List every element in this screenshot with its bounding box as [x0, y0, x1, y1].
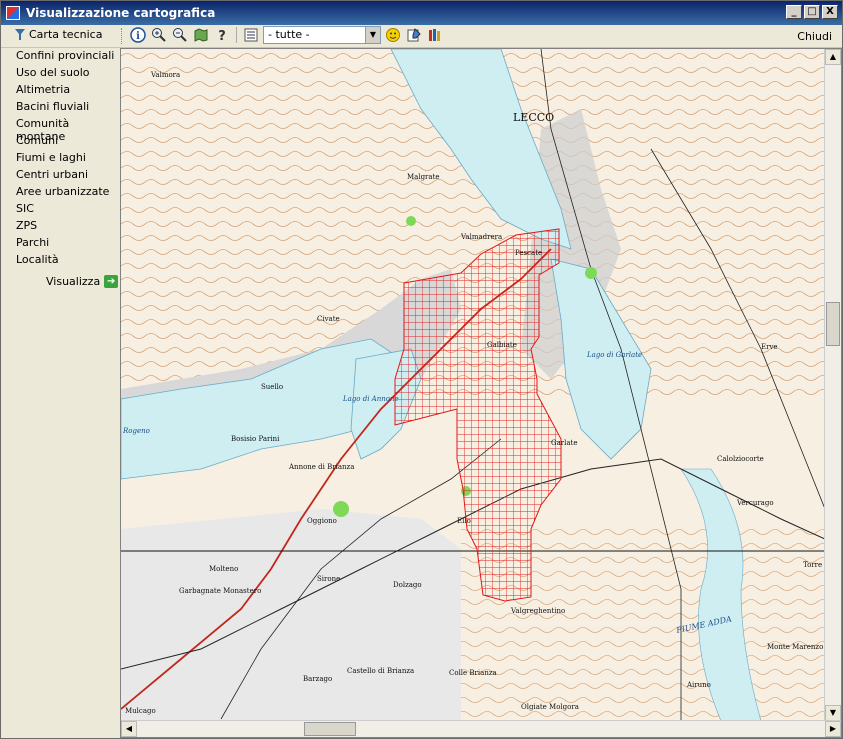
layer-confini-provinciali[interactable]: Confini provinciali — [16, 49, 114, 62]
label-garbagnate: Garbagnate Monastero — [179, 587, 261, 595]
close-button[interactable]: X — [822, 5, 838, 19]
scroll-right-icon[interactable]: ▶ — [825, 721, 841, 737]
label-garlate: Garlate — [551, 439, 577, 447]
label-mulcago: Mulcago — [125, 707, 156, 715]
label-rogeno: Rogeno — [122, 427, 150, 435]
list-icon[interactable] — [242, 26, 260, 44]
map-view[interactable]: LECCO Valmadrera Malgrate Civate Suello … — [120, 48, 842, 738]
map-icon[interactable] — [192, 26, 210, 44]
toolbar-separator — [236, 27, 237, 43]
label-valmora: Valmora — [150, 71, 180, 79]
layer-sic[interactable]: SIC — [16, 202, 34, 215]
maximize-button[interactable]: □ — [804, 5, 820, 19]
filter-dropdown[interactable]: - tutte - ▼ — [263, 26, 381, 44]
visualizza-button[interactable]: Visualizza ➔ — [46, 275, 119, 288]
label-molteno: Molteno — [209, 565, 238, 573]
green-area — [585, 267, 597, 279]
label-vercurago: Vercurago — [736, 499, 774, 507]
help-icon[interactable]: ? — [213, 26, 231, 44]
filter-dropdown-value: - tutte - — [268, 28, 310, 41]
horizontal-scroll-thumb[interactable] — [304, 722, 356, 736]
books-icon[interactable] — [426, 26, 444, 44]
label-lecco: LECCO — [513, 111, 554, 124]
vertical-scrollbar[interactable]: ▲ ▼ — [824, 49, 841, 737]
layer-uso-del-suolo[interactable]: Uso del suolo — [16, 66, 90, 79]
layer-bacini-fluviali[interactable]: Bacini fluviali — [16, 100, 89, 113]
label-olgiate: Olgiate Molgora — [521, 703, 579, 711]
toolbar: Carta tecnica i ? - tutte - ▼ Chiudi — [1, 25, 842, 48]
svg-text:i: i — [136, 31, 140, 42]
label-pescate: Pescate — [515, 249, 542, 257]
label-erve: Erve — [761, 343, 778, 351]
info-icon[interactable]: i — [129, 26, 147, 44]
green-area — [333, 501, 349, 517]
layer-centri-urbani[interactable]: Centri urbani — [16, 168, 88, 181]
zoom-in-icon[interactable] — [150, 26, 168, 44]
label-castello: Castello di Brianza — [347, 667, 414, 675]
label-valmadrera: Valmadrera — [460, 233, 502, 241]
label-suello: Suello — [261, 383, 283, 391]
label-dolzago: Dolzago — [393, 581, 422, 589]
layer-parchi[interactable]: Parchi — [16, 236, 49, 249]
title-bar: Visualizzazione cartografica _ □ X — [1, 1, 842, 25]
visualizza-label: Visualizza — [46, 275, 101, 288]
label-colle: Colle Brianza — [449, 669, 497, 677]
smiley-icon[interactable] — [384, 26, 402, 44]
horizontal-scrollbar[interactable]: ◀ ▶ — [121, 720, 841, 737]
label-lago-annone: Lago di Annone — [342, 395, 399, 403]
layer-fiumi-e-laghi[interactable]: Fiumi e laghi — [16, 151, 86, 164]
vertical-scroll-thumb[interactable] — [826, 302, 840, 346]
scroll-up-icon[interactable]: ▲ — [825, 49, 841, 65]
window-title: Visualizzazione cartografica — [26, 6, 216, 20]
app-icon — [6, 6, 20, 20]
label-civate: Civate — [317, 315, 340, 323]
toolbar-grip — [121, 28, 125, 44]
arrow-right-icon: ➔ — [104, 275, 119, 288]
minimize-button[interactable]: _ — [786, 5, 802, 19]
label-torre: Torre — [803, 561, 822, 569]
edit-icon[interactable] — [405, 26, 423, 44]
carta-tecnica-label: Carta tecnica — [29, 28, 103, 41]
scroll-down-icon[interactable]: ▼ — [825, 705, 841, 721]
zoom-out-icon[interactable] — [171, 26, 189, 44]
label-monte-marenzo: Monte Marenzo — [767, 643, 823, 651]
layer-zps[interactable]: ZPS — [16, 219, 37, 232]
label-valgreghentino: Valgreghentino — [510, 607, 565, 615]
chevron-down-icon[interactable]: ▼ — [365, 27, 380, 43]
app-window: Visualizzazione cartografica _ □ X Carta… — [0, 0, 843, 739]
layer-comuni[interactable]: Comuni — [16, 134, 58, 147]
label-galbiate: Galbiate — [487, 341, 517, 349]
urban-shade-south — [121, 509, 461, 721]
label-annone: Annone di Brianza — [288, 463, 354, 471]
label-ello: Ello — [457, 517, 471, 525]
map-canvas[interactable]: LECCO Valmadrera Malgrate Civate Suello … — [121, 49, 825, 721]
layer-sidebar: Confini provinciali Uso del suolo Altime… — [1, 48, 120, 738]
label-sirone: Sirone — [317, 575, 340, 583]
label-bosisio: Bosisio Parini — [231, 435, 280, 443]
close-link[interactable]: Chiudi — [797, 30, 832, 43]
scroll-left-icon[interactable]: ◀ — [121, 721, 137, 737]
label-calolziocorte: Calolziocorte — [717, 455, 764, 463]
svg-text:?: ? — [218, 29, 226, 43]
label-lago-garlate: Lago di Garlate — [586, 351, 642, 359]
filter-icon — [15, 28, 25, 40]
label-airuno: Airuno — [686, 681, 711, 689]
label-oggiono: Oggiono — [307, 517, 337, 525]
label-barzago: Barzago — [303, 675, 332, 683]
layer-aree-urbanizzate[interactable]: Aree urbanizzate — [16, 185, 109, 198]
label-malgrate: Malgrate — [407, 173, 440, 181]
layer-altimetria[interactable]: Altimetria — [16, 83, 70, 96]
layer-localita[interactable]: Località — [16, 253, 59, 266]
green-area — [406, 216, 416, 226]
carta-tecnica-item[interactable]: Carta tecnica — [15, 28, 102, 41]
